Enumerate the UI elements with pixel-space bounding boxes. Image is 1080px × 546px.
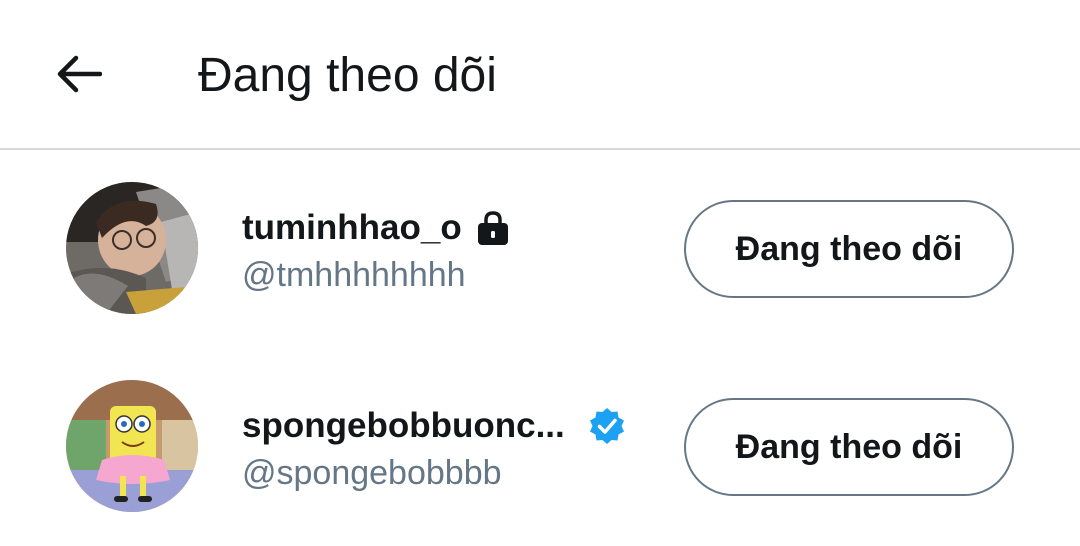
user-name-line[interactable]: spongebobbuonc... xyxy=(242,404,627,448)
list-item[interactable]: tuminhhao_o @tmhhhhhhhh Đang theo dõi xyxy=(0,150,1080,348)
following-button[interactable]: Đang theo dõi xyxy=(684,398,1014,496)
user-name: tuminhhao_o xyxy=(242,208,462,247)
verified-icon xyxy=(587,406,627,446)
page-title: Đang theo dõi xyxy=(198,49,497,102)
avatar[interactable] xyxy=(66,380,198,512)
avatar[interactable] xyxy=(66,182,198,314)
app-header: Đang theo dõi xyxy=(0,0,1080,150)
lock-icon xyxy=(474,209,512,247)
user-handle: @tmhhhhhhhh xyxy=(242,256,466,294)
user-name: spongebobbuonc... xyxy=(242,406,565,445)
back-button[interactable] xyxy=(48,44,108,104)
arrow-left-icon xyxy=(57,55,102,93)
following-button[interactable]: Đang theo dõi xyxy=(684,200,1014,298)
list-item[interactable]: spongebobbuonc... @spongebobbbb Đang the… xyxy=(0,348,1080,546)
user-name-line[interactable]: tuminhhao_o xyxy=(242,206,512,250)
user-handle: @spongebobbbb xyxy=(242,454,502,492)
